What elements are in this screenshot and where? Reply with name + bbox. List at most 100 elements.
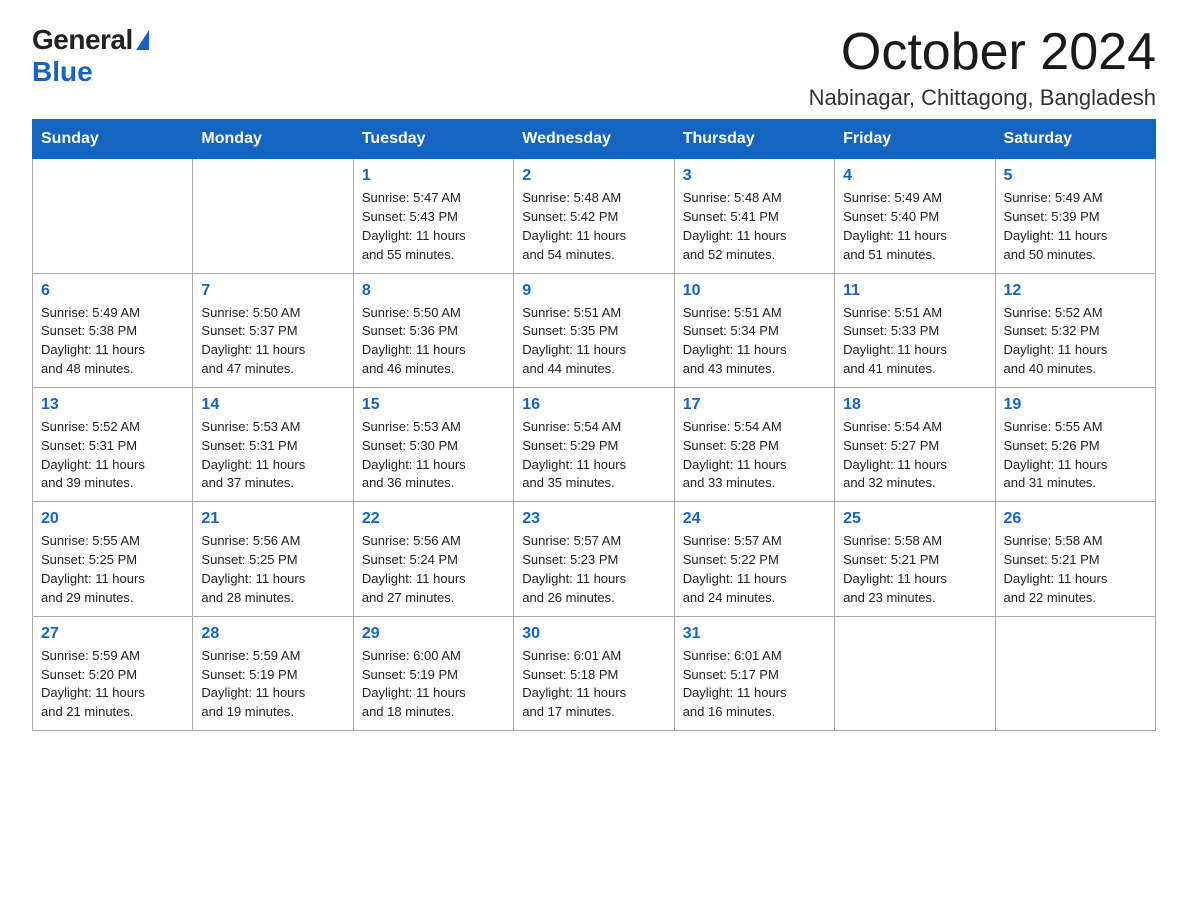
day-number: 3 bbox=[683, 167, 826, 185]
day-info: Sunrise: 5:57 AM Sunset: 5:23 PM Dayligh… bbox=[522, 532, 665, 607]
day-info: Sunrise: 5:58 AM Sunset: 5:21 PM Dayligh… bbox=[843, 532, 986, 607]
calendar-cell bbox=[33, 159, 193, 273]
day-number: 30 bbox=[522, 625, 665, 643]
day-info: Sunrise: 5:59 AM Sunset: 5:20 PM Dayligh… bbox=[41, 647, 184, 722]
day-info: Sunrise: 5:49 AM Sunset: 5:39 PM Dayligh… bbox=[1004, 189, 1147, 264]
location-title: Nabinagar, Chittagong, Bangladesh bbox=[809, 85, 1156, 111]
calendar-header-friday: Friday bbox=[835, 120, 995, 159]
calendar-cell: 29 Sunrise: 6:00 AM Sunset: 5:19 PM Dayli… bbox=[353, 616, 513, 730]
calendar-cell bbox=[835, 616, 995, 730]
day-number: 1 bbox=[362, 167, 505, 185]
calendar-cell: 27 Sunrise: 5:59 AM Sunset: 5:20 PM Dayli… bbox=[33, 616, 193, 730]
page-header: General Blue October 2024 Nabinagar, Chi… bbox=[32, 24, 1156, 111]
calendar-week-1: 1Sunrise: 5:47 AM Sunset: 5:43 PM Daylig… bbox=[33, 159, 1156, 273]
calendar-week-4: 20 Sunrise: 5:55 AM Sunset: 5:25 PM Dayli… bbox=[33, 502, 1156, 616]
day-number: 21 bbox=[201, 510, 344, 528]
day-info: Sunrise: 5:57 AM Sunset: 5:22 PM Dayligh… bbox=[683, 532, 826, 607]
calendar-cell: 31Sunrise: 6:01 AM Sunset: 5:17 PM Dayli… bbox=[674, 616, 834, 730]
day-info: Sunrise: 5:48 AM Sunset: 5:42 PM Dayligh… bbox=[522, 189, 665, 264]
calendar-header-saturday: Saturday bbox=[995, 120, 1155, 159]
day-info: Sunrise: 5:54 AM Sunset: 5:28 PM Dayligh… bbox=[683, 418, 826, 493]
calendar-cell bbox=[995, 616, 1155, 730]
calendar-cell: 16Sunrise: 5:54 AM Sunset: 5:29 PM Dayli… bbox=[514, 387, 674, 501]
day-number: 26 bbox=[1004, 510, 1147, 528]
calendar-cell: 11 Sunrise: 5:51 AM Sunset: 5:33 PM Dayli… bbox=[835, 273, 995, 387]
day-number: 22 bbox=[362, 510, 505, 528]
calendar-cell: 8 Sunrise: 5:50 AM Sunset: 5:36 PM Daylig… bbox=[353, 273, 513, 387]
day-number: 31 bbox=[683, 625, 826, 643]
calendar-week-5: 27 Sunrise: 5:59 AM Sunset: 5:20 PM Dayli… bbox=[33, 616, 1156, 730]
day-number: 13 bbox=[41, 396, 184, 414]
title-block: October 2024 Nabinagar, Chittagong, Bang… bbox=[809, 24, 1156, 111]
calendar-week-3: 13 Sunrise: 5:52 AM Sunset: 5:31 PM Dayli… bbox=[33, 387, 1156, 501]
day-info: Sunrise: 5:53 AM Sunset: 5:31 PM Dayligh… bbox=[201, 418, 344, 493]
calendar-cell: 12Sunrise: 5:52 AM Sunset: 5:32 PM Dayli… bbox=[995, 273, 1155, 387]
day-info: Sunrise: 5:50 AM Sunset: 5:36 PM Dayligh… bbox=[362, 304, 505, 379]
day-number: 16 bbox=[522, 396, 665, 414]
calendar-cell: 19 Sunrise: 5:55 AM Sunset: 5:26 PM Dayli… bbox=[995, 387, 1155, 501]
logo-arrow-icon bbox=[136, 30, 149, 50]
calendar-cell: 18Sunrise: 5:54 AM Sunset: 5:27 PM Dayli… bbox=[835, 387, 995, 501]
calendar-cell: 15 Sunrise: 5:53 AM Sunset: 5:30 PM Dayli… bbox=[353, 387, 513, 501]
month-title: October 2024 bbox=[809, 24, 1156, 81]
day-number: 23 bbox=[522, 510, 665, 528]
calendar-cell: 22 Sunrise: 5:56 AM Sunset: 5:24 PM Dayli… bbox=[353, 502, 513, 616]
day-number: 5 bbox=[1004, 167, 1147, 185]
day-info: Sunrise: 5:51 AM Sunset: 5:33 PM Dayligh… bbox=[843, 304, 986, 379]
day-info: Sunrise: 5:55 AM Sunset: 5:26 PM Dayligh… bbox=[1004, 418, 1147, 493]
day-number: 27 bbox=[41, 625, 184, 643]
calendar-cell: 4 Sunrise: 5:49 AM Sunset: 5:40 PM Daylig… bbox=[835, 159, 995, 273]
day-number: 2 bbox=[522, 167, 665, 185]
calendar-cell: 2 Sunrise: 5:48 AM Sunset: 5:42 PM Daylig… bbox=[514, 159, 674, 273]
day-info: Sunrise: 5:59 AM Sunset: 5:19 PM Dayligh… bbox=[201, 647, 344, 722]
calendar-cell: 10Sunrise: 5:51 AM Sunset: 5:34 PM Dayli… bbox=[674, 273, 834, 387]
calendar-header-row: SundayMondayTuesdayWednesdayThursdayFrid… bbox=[33, 120, 1156, 159]
calendar-header-wednesday: Wednesday bbox=[514, 120, 674, 159]
day-number: 11 bbox=[843, 282, 986, 300]
calendar-cell: 30Sunrise: 6:01 AM Sunset: 5:18 PM Dayli… bbox=[514, 616, 674, 730]
day-info: Sunrise: 5:50 AM Sunset: 5:37 PM Dayligh… bbox=[201, 304, 344, 379]
day-info: Sunrise: 6:00 AM Sunset: 5:19 PM Dayligh… bbox=[362, 647, 505, 722]
day-info: Sunrise: 5:55 AM Sunset: 5:25 PM Dayligh… bbox=[41, 532, 184, 607]
calendar-cell: 7Sunrise: 5:50 AM Sunset: 5:37 PM Daylig… bbox=[193, 273, 353, 387]
calendar-cell: 26 Sunrise: 5:58 AM Sunset: 5:21 PM Dayli… bbox=[995, 502, 1155, 616]
calendar-header-thursday: Thursday bbox=[674, 120, 834, 159]
day-info: Sunrise: 5:56 AM Sunset: 5:24 PM Dayligh… bbox=[362, 532, 505, 607]
calendar-header-monday: Monday bbox=[193, 120, 353, 159]
day-info: Sunrise: 5:48 AM Sunset: 5:41 PM Dayligh… bbox=[683, 189, 826, 264]
calendar-cell: 13 Sunrise: 5:52 AM Sunset: 5:31 PM Dayli… bbox=[33, 387, 193, 501]
day-info: Sunrise: 5:54 AM Sunset: 5:27 PM Dayligh… bbox=[843, 418, 986, 493]
day-info: Sunrise: 5:49 AM Sunset: 5:38 PM Dayligh… bbox=[41, 304, 184, 379]
day-info: Sunrise: 5:53 AM Sunset: 5:30 PM Dayligh… bbox=[362, 418, 505, 493]
day-number: 4 bbox=[843, 167, 986, 185]
day-number: 19 bbox=[1004, 396, 1147, 414]
day-number: 25 bbox=[843, 510, 986, 528]
day-number: 15 bbox=[362, 396, 505, 414]
calendar-week-2: 6 Sunrise: 5:49 AM Sunset: 5:38 PM Daylig… bbox=[33, 273, 1156, 387]
calendar-cell: 17Sunrise: 5:54 AM Sunset: 5:28 PM Dayli… bbox=[674, 387, 834, 501]
calendar-cell: 21 Sunrise: 5:56 AM Sunset: 5:25 PM Dayli… bbox=[193, 502, 353, 616]
calendar-header-sunday: Sunday bbox=[33, 120, 193, 159]
day-number: 20 bbox=[41, 510, 184, 528]
day-info: Sunrise: 5:49 AM Sunset: 5:40 PM Dayligh… bbox=[843, 189, 986, 264]
calendar-cell: 14Sunrise: 5:53 AM Sunset: 5:31 PM Dayli… bbox=[193, 387, 353, 501]
calendar-cell: 6 Sunrise: 5:49 AM Sunset: 5:38 PM Daylig… bbox=[33, 273, 193, 387]
calendar-cell: 1Sunrise: 5:47 AM Sunset: 5:43 PM Daylig… bbox=[353, 159, 513, 273]
calendar-cell: 23 Sunrise: 5:57 AM Sunset: 5:23 PM Dayli… bbox=[514, 502, 674, 616]
logo-general-text: General bbox=[32, 24, 133, 56]
calendar-table: SundayMondayTuesdayWednesdayThursdayFrid… bbox=[32, 119, 1156, 731]
day-info: Sunrise: 5:58 AM Sunset: 5:21 PM Dayligh… bbox=[1004, 532, 1147, 607]
day-info: Sunrise: 5:52 AM Sunset: 5:31 PM Dayligh… bbox=[41, 418, 184, 493]
logo: General Blue bbox=[32, 24, 149, 88]
day-info: Sunrise: 5:56 AM Sunset: 5:25 PM Dayligh… bbox=[201, 532, 344, 607]
day-number: 24 bbox=[683, 510, 826, 528]
day-number: 28 bbox=[201, 625, 344, 643]
day-info: Sunrise: 5:52 AM Sunset: 5:32 PM Dayligh… bbox=[1004, 304, 1147, 379]
day-number: 6 bbox=[41, 282, 184, 300]
calendar-cell: 5 Sunrise: 5:49 AM Sunset: 5:39 PM Daylig… bbox=[995, 159, 1155, 273]
day-number: 8 bbox=[362, 282, 505, 300]
calendar-header-tuesday: Tuesday bbox=[353, 120, 513, 159]
calendar-cell: 24 Sunrise: 5:57 AM Sunset: 5:22 PM Dayli… bbox=[674, 502, 834, 616]
day-number: 9 bbox=[522, 282, 665, 300]
day-number: 29 bbox=[362, 625, 505, 643]
